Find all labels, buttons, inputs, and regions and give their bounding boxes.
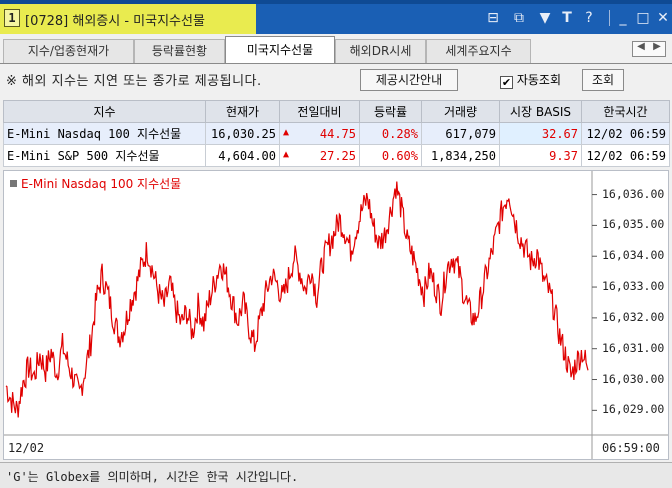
restore-layout-icon[interactable]: ⊟ — [484, 9, 502, 27]
row-basis: 32.67 — [499, 122, 582, 145]
auto-query-toggle[interactable]: ✔ 자동조회 — [500, 71, 561, 91]
title-bar[interactable]: 1 [0728] 해외증시 - 미국지수선물 ⊟ ⧉ ▼ T ? _ □ ✕ — [0, 0, 672, 34]
x-start-label: 12/02 — [8, 441, 45, 455]
pin-icon[interactable]: ▼ — [536, 9, 554, 27]
tab-bar: 지수/업종현재가 등락률현황 미국지수선물 해외DR시세 세계주요지수 — [0, 36, 672, 64]
arrow-right-icon[interactable]: ▶ — [649, 41, 665, 52]
row-price: 4,604.00 — [205, 144, 280, 167]
row-volume: 1,834,250 — [421, 144, 500, 167]
y-tick-label: 16,029.00 — [602, 402, 665, 417]
window-title: [0728] 해외증시 - 미국지수선물 — [25, 14, 205, 29]
tab-overseas-dr[interactable]: 해외DR시세 — [335, 39, 426, 63]
row-time: 12/02 06:59 — [581, 144, 670, 167]
row-time: 12/02 06:59 — [581, 122, 670, 145]
tab-index-sector-price[interactable]: 지수/업종현재가 — [3, 39, 134, 63]
col-basis: 시장 BASIS — [499, 100, 582, 123]
status-bar: 'G'는 Globex를 의미하며, 시간은 한국 시간입니다. — [0, 462, 672, 488]
col-volume: 거래량 — [421, 100, 500, 123]
y-tick-label: 16,033.00 — [602, 279, 665, 294]
chart-canvas[interactable] — [4, 171, 668, 459]
query-button[interactable]: 조회 — [582, 69, 624, 91]
new-window-icon[interactable]: ⧉ — [510, 9, 528, 27]
tab-rate-status[interactable]: 등락률현황 — [134, 39, 225, 63]
col-index: 지수 — [3, 100, 206, 123]
delay-notice: ※ 해외 지수는 지연 또는 종가로 제공됩니다. — [6, 74, 262, 89]
arrow-left-icon[interactable]: ◀ — [633, 41, 649, 52]
minimize-icon[interactable]: _ — [614, 9, 632, 27]
up-arrow-icon: ▲ — [283, 148, 290, 160]
row-rate: 0.28% — [359, 122, 422, 145]
chart-title: E-Mini Nasdaq 100 지수선물 — [10, 175, 181, 192]
x-end-label: 06:59:00 — [602, 441, 660, 455]
tab-scroll-arrows[interactable]: ◀ ▶ — [632, 41, 666, 57]
up-arrow-icon: ▲ — [283, 126, 290, 138]
globex-note: 'G'는 Globex를 의미하며, 시간은 한국 시간입니다. — [6, 470, 299, 484]
col-price: 현재가 — [205, 100, 280, 123]
series-line — [5, 181, 589, 418]
y-tick-label: 16,036.00 — [602, 186, 665, 201]
maximize-icon[interactable]: □ — [634, 9, 652, 27]
auto-query-checkbox[interactable]: ✔ — [500, 76, 513, 89]
y-tick-label: 16,035.00 — [602, 217, 665, 232]
table-row[interactable]: E-Mini Nasdaq 100 지수선물 16,030.25 ▲ 44.75 … — [3, 122, 670, 145]
col-rate: 등락률 — [359, 100, 422, 123]
close-icon[interactable]: ✕ — [654, 9, 672, 27]
col-time: 한국시간 — [581, 100, 670, 123]
row-basis: 9.37 — [499, 144, 582, 167]
futures-table: 지수 현재가 전일대비 등락률 거래량 시장 BASIS 한국시간 E-Mini… — [3, 100, 670, 167]
y-tick-label: 16,030.00 — [602, 371, 665, 386]
table-row[interactable]: E-Mini S&P 500 지수선물 4,604.00 ▲ 27.25 0.60… — [3, 144, 670, 167]
col-change: 전일대비 — [279, 100, 360, 123]
y-tick-label: 16,032.00 — [602, 309, 665, 324]
info-button[interactable]: 제공시간안내 — [360, 69, 458, 91]
title-separator — [609, 10, 610, 26]
tab-us-index-futures[interactable]: 미국지수선물 — [225, 36, 335, 64]
price-chart[interactable]: E-Mini Nasdaq 100 지수선물 16,036.00 16,035.0… — [3, 170, 669, 460]
row-change: ▲ 44.75 — [279, 122, 360, 145]
row-volume: 617,079 — [421, 122, 500, 145]
row-price: 16,030.25 — [205, 122, 280, 145]
font-size-icon[interactable]: T — [558, 9, 576, 27]
help-icon[interactable]: ? — [580, 9, 598, 27]
y-tick-label: 16,034.00 — [602, 248, 665, 263]
screen-number-badge: 1 — [4, 9, 20, 27]
tab-divider — [0, 63, 672, 64]
row-rate: 0.60% — [359, 144, 422, 167]
row-name: E-Mini S&P 500 지수선물 — [3, 144, 206, 167]
row-name: E-Mini Nasdaq 100 지수선물 — [3, 122, 206, 145]
row-change: ▲ 27.25 — [279, 144, 360, 167]
y-tick-label: 16,031.00 — [602, 340, 665, 355]
series-marker-icon — [10, 180, 17, 187]
auto-query-label: 자동조회 — [516, 73, 561, 87]
table-header: 지수 현재가 전일대비 등락률 거래량 시장 BASIS 한국시간 — [3, 100, 670, 123]
tab-world-indices[interactable]: 세계주요지수 — [426, 39, 531, 63]
